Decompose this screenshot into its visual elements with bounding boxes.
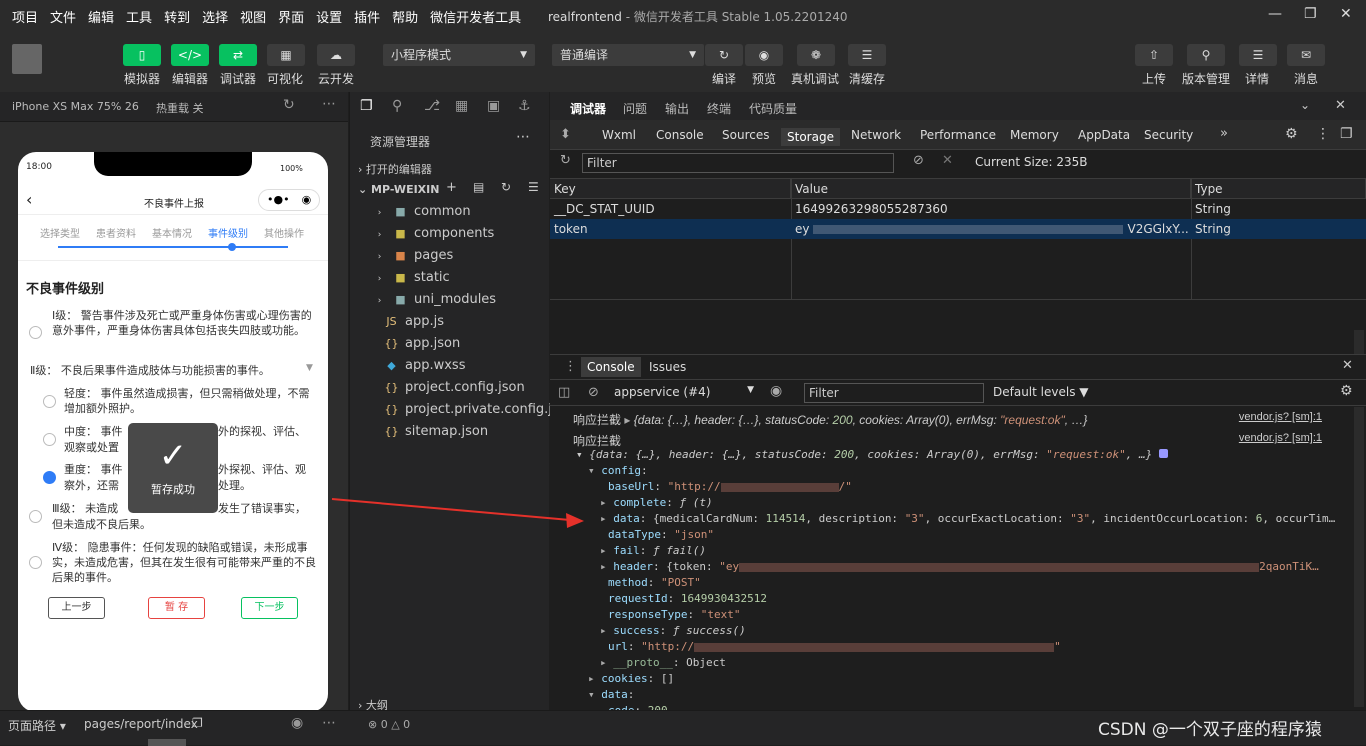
copy-icon[interactable]: ❐	[192, 716, 203, 730]
arrow-annotation	[331, 498, 584, 528]
page-path: pages/report/index	[84, 717, 198, 731]
eye-icon[interactable]: ◉	[291, 715, 303, 731]
watermark: CSDN @一个双子座的程序猿	[1098, 720, 1322, 740]
page-path-label[interactable]: 页面路径 ▾	[8, 717, 66, 734]
error-count[interactable]: ⊗ 0 △ 0	[368, 718, 410, 731]
more-icon[interactable]: ⋯	[322, 715, 336, 731]
status-bar: 页面路径 ▾ pages/report/index ❐ ◉ ⋯ ⊗ 0 △ 0 …	[0, 710, 1366, 746]
